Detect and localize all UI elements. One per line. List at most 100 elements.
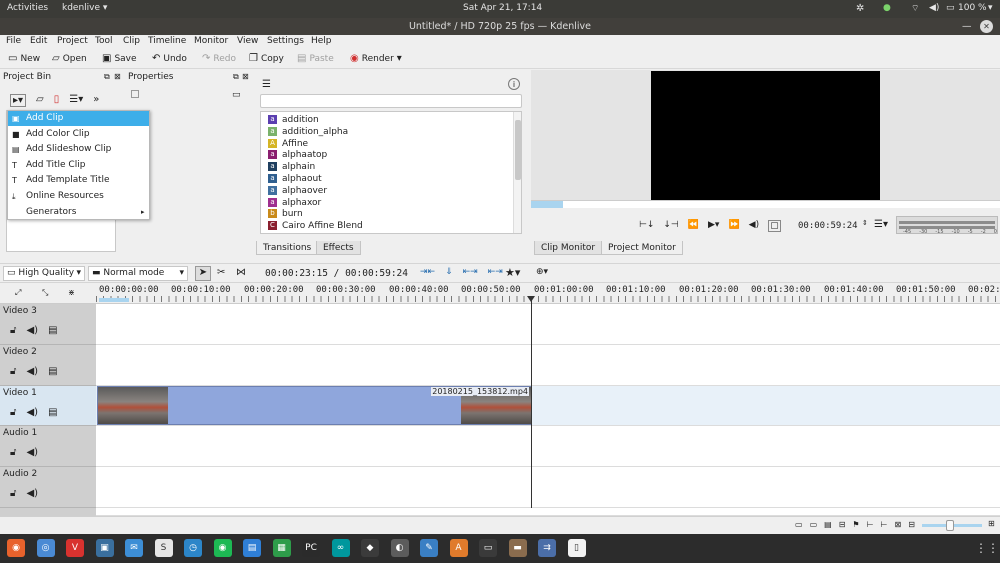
menu-add-title-clip[interactable]: T Add Title Clip: [8, 158, 149, 173]
fit-zoom-icon[interactable]: ⤢: [15, 288, 21, 298]
battery-icon[interactable]: ▭: [946, 3, 955, 13]
playhead-marker-icon[interactable]: [527, 296, 535, 302]
gimp-icon[interactable]: ◐: [390, 539, 409, 557]
timecode-spinner-icon[interactable]: ⇕: [862, 219, 868, 227]
panel-close-icon[interactable]: ⊠: [114, 72, 121, 81]
lift-icon[interactable]: ⇤⇥: [488, 267, 503, 277]
pycharm-icon[interactable]: PC: [302, 539, 320, 557]
track-lane-video-2[interactable]: [96, 345, 1000, 386]
spreadsheet-icon[interactable]: ▦: [272, 539, 291, 557]
audio-icon[interactable]: ◀): [26, 325, 38, 336]
tab-effects[interactable]: Effects: [316, 241, 361, 255]
tab-project-monitor[interactable]: Project Monitor: [601, 241, 683, 255]
properties-checkbox[interactable]: [131, 90, 139, 98]
screenshot-icon[interactable]: ▣: [95, 539, 114, 557]
clock[interactable]: Sat Apr 21, 17:14: [463, 3, 542, 13]
lock-icon[interactable]: 🔓︎: [10, 447, 16, 458]
spacer-tool-icon[interactable]: ⋈: [236, 267, 246, 278]
settings-tray-icon[interactable]: ✲: [856, 3, 864, 14]
track-header-video-3[interactable]: Video 3 🔓︎ ◀) ▤: [0, 304, 96, 345]
track-header-video-2[interactable]: Video 2 🔓︎ ◀) ▤: [0, 345, 96, 386]
redo-button[interactable]: ↷ Redo: [202, 53, 236, 64]
menu-edit[interactable]: Edit: [30, 36, 47, 46]
quality-select[interactable]: ▭ High Quality ▾: [3, 266, 85, 281]
effects-scrollbar[interactable]: [513, 112, 521, 233]
effect-item[interactable]: A Affine: [268, 138, 508, 150]
wifi-icon[interactable]: ⌔: [911, 3, 919, 14]
tab-transitions[interactable]: Transitions: [256, 241, 319, 255]
effect-item[interactable]: C Cairo Affine Blend: [268, 220, 508, 232]
menu-online-resources[interactable]: ⤓ Online Resources: [8, 189, 149, 204]
more-icon[interactable]: »: [93, 94, 99, 107]
chromium-icon[interactable]: ◎: [36, 539, 55, 557]
effect-item[interactable]: a alphaover: [268, 185, 508, 197]
document-icon[interactable]: ▤: [243, 539, 261, 557]
archive-icon[interactable]: A: [449, 539, 468, 557]
add-folder-icon[interactable]: ▱: [36, 94, 44, 107]
float-icon[interactable]: ⧉: [233, 72, 239, 82]
menu-add-template-title[interactable]: T Add Template Title: [8, 173, 149, 188]
kdenlive-icon[interactable]: ⇉: [538, 539, 556, 557]
menu-generators[interactable]: Generators ▸: [8, 205, 149, 220]
track-lane-video-3[interactable]: [96, 304, 1000, 345]
properties-menu-icon[interactable]: ▭: [232, 90, 241, 100]
volume-icon[interactable]: ◀): [929, 3, 939, 13]
menu-add-clip[interactable]: ▣ Add Clip: [8, 111, 149, 126]
insert-icon[interactable]: ⇥⇤: [420, 267, 435, 277]
volume-icon[interactable]: ◀): [749, 220, 759, 232]
effect-item[interactable]: b burn: [268, 208, 508, 220]
lock-icon[interactable]: 🔓︎: [10, 488, 16, 499]
effect-item[interactable]: a alphaatop: [268, 149, 508, 161]
video-icon[interactable]: ▤: [48, 407, 57, 418]
video-icon[interactable]: ▤: [48, 325, 57, 336]
list-view-icon[interactable]: ☰▾: [69, 94, 83, 107]
track-header-audio-2[interactable]: Audio 2 🔓︎ ◀): [0, 467, 96, 508]
audio-thumbnail-icon[interactable]: ▭: [810, 520, 818, 529]
app-menu[interactable]: kdenlive ▾: [62, 3, 107, 13]
monitor-timecode[interactable]: 00:00:59:24: [798, 221, 858, 231]
save-button[interactable]: ▣ Save: [102, 53, 137, 64]
track-lane-audio-2[interactable]: [96, 467, 1000, 508]
menu-project[interactable]: Project: [57, 36, 88, 46]
terminal-icon[interactable]: ▭: [479, 539, 497, 557]
open-button[interactable]: ▱ Open: [52, 53, 87, 64]
minimize-icon[interactable]: —: [962, 18, 972, 35]
paste-button[interactable]: ▤ Paste: [297, 53, 334, 64]
panel-close-icon[interactable]: ⊠: [242, 72, 249, 81]
firefox-icon[interactable]: ◉: [7, 539, 25, 557]
zone-marker[interactable]: [99, 298, 129, 302]
slack-icon[interactable]: S: [154, 539, 173, 557]
effect-item[interactable]: a alphaxor: [268, 197, 508, 209]
timeline-clip[interactable]: 20180215_153812.mp4: [97, 386, 532, 425]
zoom-out-icon[interactable]: ⊟: [908, 520, 915, 529]
menu-help[interactable]: Help: [311, 36, 332, 46]
arduino-icon[interactable]: ∞: [331, 539, 350, 557]
menu-view[interactable]: View: [237, 36, 258, 46]
effects-list-icon[interactable]: ☰: [262, 79, 271, 90]
track-header-video-1[interactable]: Video 1 🔓︎ ◀) ▤: [0, 386, 96, 426]
fullscreen-icon[interactable]: ▢: [768, 220, 781, 232]
split-audio-icon[interactable]: ⊟: [839, 520, 846, 529]
undo-button[interactable]: ↶ Undo: [152, 53, 187, 64]
split-icon[interactable]: ⋇: [68, 288, 75, 297]
audio-icon[interactable]: ◀): [26, 447, 38, 458]
favorites-star-icon[interactable]: ★▾: [505, 266, 520, 279]
effect-item[interactable]: a alphain: [268, 161, 508, 173]
info-icon[interactable]: i: [508, 78, 520, 90]
audio-icon[interactable]: ◀): [26, 488, 38, 499]
thunderbird-icon[interactable]: ✉: [125, 539, 143, 557]
tray-app-icon[interactable]: ●: [883, 3, 891, 13]
audio-icon[interactable]: ◀): [26, 407, 38, 418]
copy-button[interactable]: ❐ Copy: [249, 53, 284, 64]
effect-item[interactable]: a addition: [268, 114, 508, 126]
menu-clip[interactable]: Clip: [123, 36, 140, 46]
overwrite-icon[interactable]: ⇓: [445, 267, 453, 277]
spotify-icon[interactable]: ◉: [213, 539, 232, 557]
inkscape-icon[interactable]: ◆: [361, 539, 379, 557]
video-track-icon[interactable]: ▤: [824, 520, 832, 529]
float-icon[interactable]: ⧉: [104, 72, 110, 82]
selection-tool-icon[interactable]: ➤: [195, 266, 211, 281]
zone-icon[interactable]: ⊢: [881, 520, 888, 529]
menu-settings[interactable]: Settings: [267, 36, 304, 46]
zoom-in-icon[interactable]: ⊞: [988, 519, 995, 528]
